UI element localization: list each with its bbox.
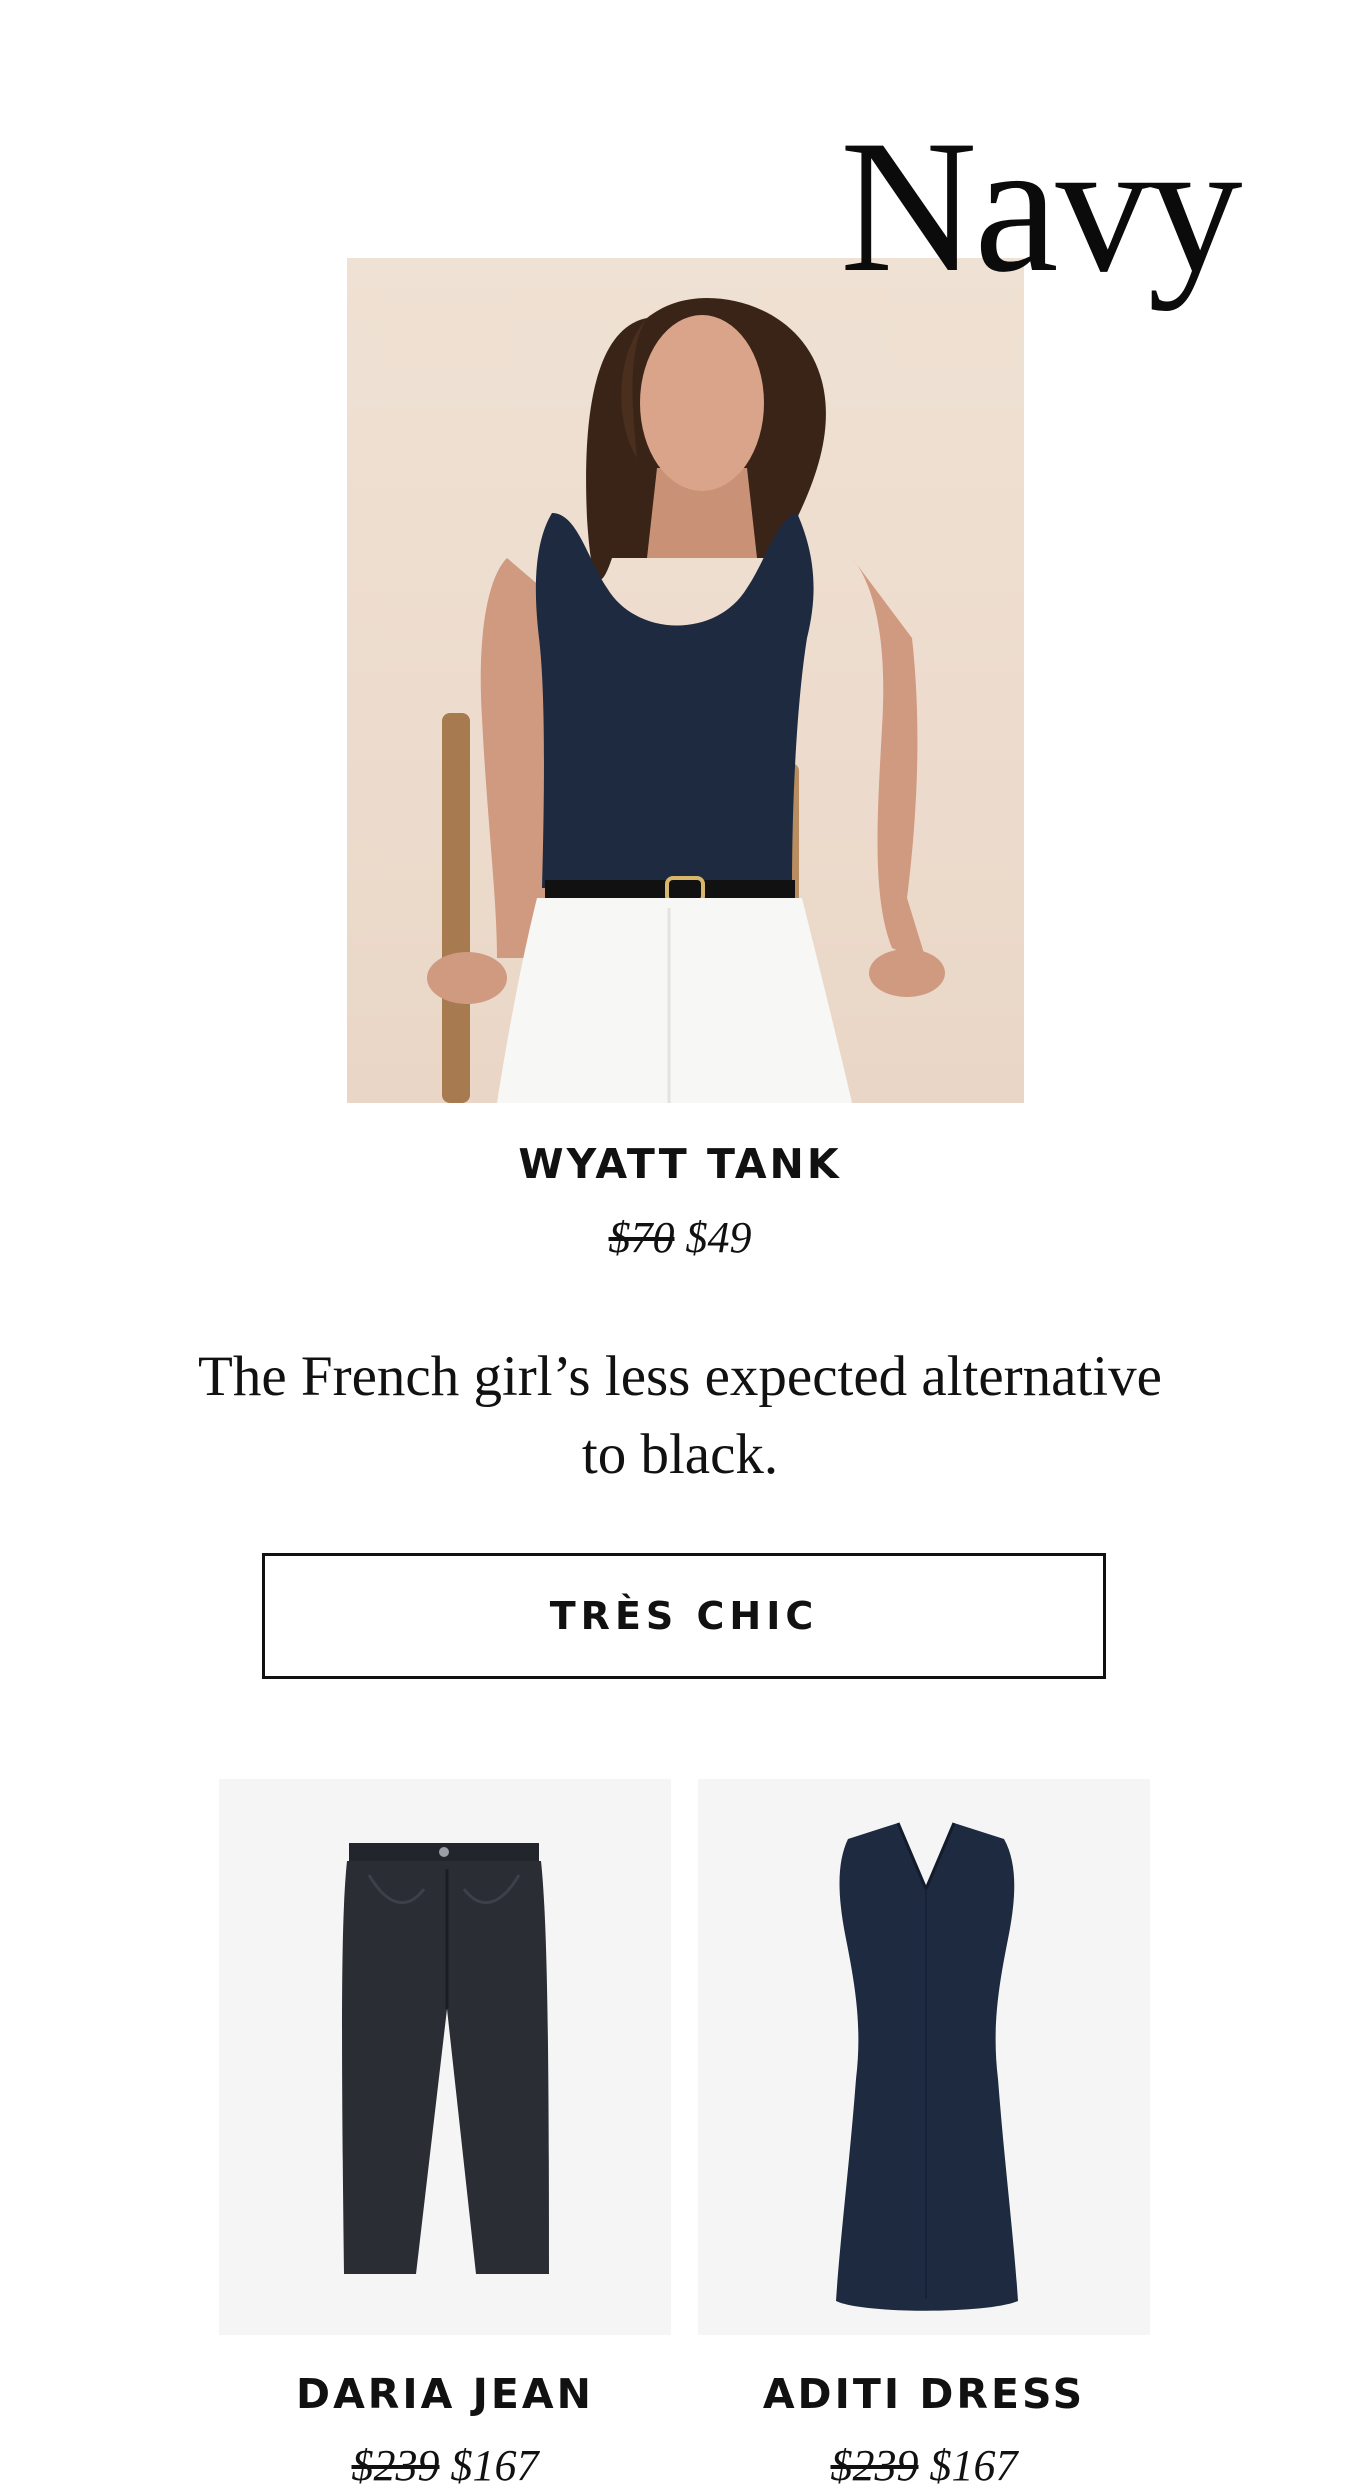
price-original: $70 <box>608 1213 675 1262</box>
product-image-aditi-dress[interactable] <box>698 1779 1150 2335</box>
cta-label: TRÈS CHIC <box>549 1594 819 1638</box>
hero-image[interactable] <box>347 258 1024 1103</box>
product-name-wyatt-tank[interactable]: WYATT TANK <box>0 1140 1360 1188</box>
navy-dress-illustration <box>836 1822 1018 2311</box>
price-sale: $167 <box>450 2441 539 2490</box>
product-price: $70 $49 <box>0 1212 1360 1263</box>
black-jeans-illustration <box>342 1843 549 2274</box>
tres-chic-button[interactable]: TRÈS CHIC <box>262 1553 1106 1679</box>
price-sale: $167 <box>929 2441 1018 2490</box>
price-sale: $49 <box>685 1213 752 1262</box>
product-name-daria-jean[interactable]: DARIA JEAN <box>219 2370 671 2418</box>
hero-title: Navy <box>840 102 1243 312</box>
product-price: $239 $167 <box>698 2440 1150 2491</box>
product-image-daria-jean[interactable] <box>219 1779 671 2335</box>
price-original: $239 <box>830 2441 919 2490</box>
tagline: The French girl’s less expected alternat… <box>198 1345 1162 1486</box>
price-original: $239 <box>351 2441 440 2490</box>
product-name-aditi-dress[interactable]: ADITI DRESS <box>698 2370 1150 2418</box>
product-price: $239 $167 <box>219 2440 671 2491</box>
model-in-navy-tank-illustration <box>427 298 945 1103</box>
